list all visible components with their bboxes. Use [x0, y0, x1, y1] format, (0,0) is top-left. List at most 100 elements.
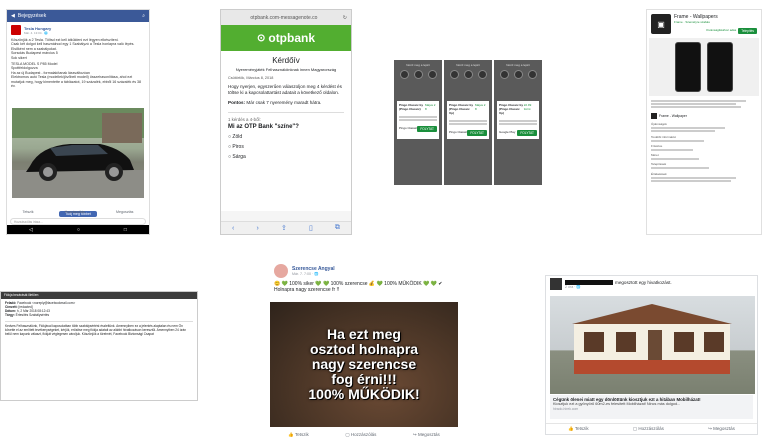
link-domain: hirado-hirek.com: [553, 406, 579, 411]
section-installs: Telepítések: [651, 162, 667, 166]
phishing-email-screenshot: Fiókja bezárását illetően Feladó: Facebo…: [0, 291, 198, 401]
fb-tesla-post-screenshot: ◀ Bejegyzések ⌕ Tesla Hungary Már. 4. 13…: [6, 9, 150, 235]
radio-icon[interactable]: ○: [228, 144, 231, 150]
question-number: 1 kérdés a 4-ből:: [228, 112, 344, 122]
avatar: [427, 70, 437, 79]
like-button[interactable]: 👍 Tetszik: [568, 426, 589, 432]
post-time: Már. 4. 13:04 · 🌐: [24, 30, 48, 35]
avatar-row: [447, 70, 489, 79]
radio-icon[interactable]: ○: [228, 154, 231, 160]
post-author-row: Szerencse Angyal Már. 7. 7:00 · 🌐: [270, 262, 458, 280]
otp-brand-header: ⊙ otpbank: [221, 25, 351, 51]
android-nav-bar: ◁ ○ □: [7, 225, 149, 234]
back-icon[interactable]: ◁: [29, 227, 33, 233]
fb-header-bar: ◀ Bejegyzések ⌕: [7, 10, 149, 22]
post-actions: 👍 Tetszik ▢ Hozzászólás ↪ Megosztás: [270, 430, 458, 439]
avatar-row: [497, 70, 539, 79]
share-icon[interactable]: ⇪: [281, 224, 287, 232]
share-icon: ↪: [412, 431, 417, 437]
thumbs-up-icon: 👍: [568, 425, 574, 431]
link-preview[interactable]: Cégünk ölenei miatt egy dönlöttünk kiosz…: [550, 395, 753, 419]
survey-title: Kérdőív: [272, 56, 300, 65]
screenshots-carousel[interactable]: [649, 38, 759, 96]
image-text: Ha ezt meg osztod holnapra nagy szerencs…: [308, 326, 420, 402]
email-headers: Feladó: Facebook <noreply@facebookmail.c…: [5, 301, 76, 317]
avatar: [413, 70, 423, 79]
thumbs-up-icon: 👍: [288, 431, 294, 437]
mobile-home-photo[interactable]: [550, 296, 755, 394]
screenshot-phone: [675, 42, 701, 92]
avatar: [527, 70, 537, 79]
search-icon[interactable]: ⌕: [142, 13, 145, 19]
wishlist-button[interactable]: Kívánságlistához adás: [706, 28, 736, 34]
back-arrow-icon[interactable]: ‹: [232, 225, 234, 232]
reload-icon[interactable]: ↻: [343, 15, 347, 21]
post-header-text: megosztott egy hivatkozást.: [615, 279, 672, 285]
fb-header-title: Bejegyzések: [17, 13, 47, 19]
post-time: Már. 7. 7:00 · 🌐: [292, 272, 319, 276]
share-button[interactable]: Megosztás: [116, 210, 133, 214]
avatar-row: [397, 70, 439, 79]
continue-button[interactable]: FOLYTAT: [467, 130, 487, 136]
like-button[interactable]: Tetszik: [23, 210, 34, 214]
avatar: [449, 70, 459, 79]
phone-screen-2: Nézd meg a lejárt Pingo Classic by (Ping…: [444, 60, 492, 185]
option-green[interactable]: ○ Zöld: [228, 134, 344, 140]
redacted-author: [565, 279, 613, 285]
browser-url-bar[interactable]: otpbank.com-messagenote.co ↻: [221, 10, 351, 25]
post-caption: 😊 💚 100% siker 💚 💚 100% szerencse 💰 💚 10…: [274, 281, 443, 293]
survey-points: Pontos: Már csak 7 nyeremény maradt hátr…: [228, 100, 322, 105]
bookmarks-icon[interactable]: ▯: [309, 224, 313, 232]
avatar: [463, 70, 473, 79]
app-developer[interactable]: Frame · Személyre szabás: [674, 20, 757, 24]
comment-input[interactable]: Hozzászólás írása...: [10, 218, 146, 225]
chain-post-image[interactable]: Ha ezt meg osztod holnapra nagy szerencs…: [270, 302, 458, 427]
avatar: [499, 70, 509, 79]
recents-icon[interactable]: □: [124, 227, 127, 233]
option-yellow[interactable]: ○ Sárga: [228, 154, 344, 160]
section-whats-new: Újdonságok: [651, 122, 667, 126]
phone-screen-1: Nézd meg a lejárt Pingo Classic by (Ping…: [394, 60, 442, 185]
forward-arrow-icon[interactable]: ›: [257, 225, 259, 232]
safari-toolbar: ‹ › ⇪ ▯ ⧉: [221, 221, 351, 234]
avatar: [550, 278, 562, 290]
mobilhaz-giveaway-post: megosztott egy hivatkozást. 2 óra · 🌐 Cé…: [545, 275, 758, 435]
otp-logo-icon: ⊙: [256, 32, 266, 44]
szerencse-angyal-post: Szerencse Angyal Már. 7. 7:00 · 🌐 😊 💚 10…: [270, 262, 458, 439]
like-button[interactable]: 👍 Tetszik: [288, 432, 309, 438]
comment-button[interactable]: ▢ Hozzászólás: [633, 426, 664, 432]
share-button[interactable]: ↪ Megosztás: [413, 432, 440, 438]
comment-button[interactable]: ▢ Hozzászólás: [345, 432, 376, 438]
question-text: Mi az OTP Bank "színe"?: [228, 124, 299, 130]
back-arrow-icon[interactable]: ◀: [11, 13, 15, 19]
mobile-home-illustration: [572, 304, 732, 374]
post-actions: 👍 Tetszik ▢ Hozzászólás ↪ Megosztás: [546, 423, 757, 433]
share-button[interactable]: ↪ Megosztás: [708, 426, 735, 432]
option-red[interactable]: ○ Piros: [228, 144, 344, 150]
avatar: [11, 25, 21, 35]
install-button[interactable]: Telepítés: [738, 28, 757, 34]
subscription-dialog: Pingo Classic by (Pingo Classic Up) 22.9…: [497, 101, 539, 139]
subscription-dialog: Pingo Classic by (Pingo Classic) Május 2…: [397, 101, 439, 139]
post-actions: Tetszik Hozzászólás Megosztás: [7, 210, 149, 214]
post-time: 2 óra · 🌐: [565, 284, 581, 289]
continue-button[interactable]: FOLYTAT: [517, 130, 537, 136]
avatar: [513, 70, 523, 79]
answer-options: ○ Zöld ○ Piros ○ Sárga: [228, 134, 344, 160]
radio-icon[interactable]: ○: [228, 134, 231, 140]
email-subject: Értesítés Szabálysértés: [15, 313, 50, 317]
avatar: [274, 264, 288, 278]
otp-phishing-screenshot: otpbank.com-messagenote.co ↻ ⊙ otpbank K…: [220, 9, 352, 235]
continue-button[interactable]: FOLYTAT: [417, 126, 437, 132]
post-author-row: Tesla Hungary Már. 4. 13:04 · 🌐: [7, 22, 149, 38]
screenshot-phone: [707, 42, 733, 92]
post-author-row: megosztott egy hivatkozást. 2 óra · 🌐: [546, 276, 757, 292]
post-text: Köszönjük a 2 Tesla. Töltsd ezt kell átk…: [11, 38, 142, 89]
tabs-icon[interactable]: ⧉: [335, 224, 340, 232]
home-icon[interactable]: ○: [77, 227, 80, 233]
comment-button[interactable]: Hozzászólás: [65, 210, 85, 214]
section-size: Méret: [651, 153, 659, 157]
tesla-car-photo[interactable]: [12, 108, 144, 198]
survey-subtitle: Nyereményjáték Felhasználóinknak innen M…: [235, 67, 337, 72]
post-author[interactable]: Tesla Hungary: [24, 26, 51, 31]
